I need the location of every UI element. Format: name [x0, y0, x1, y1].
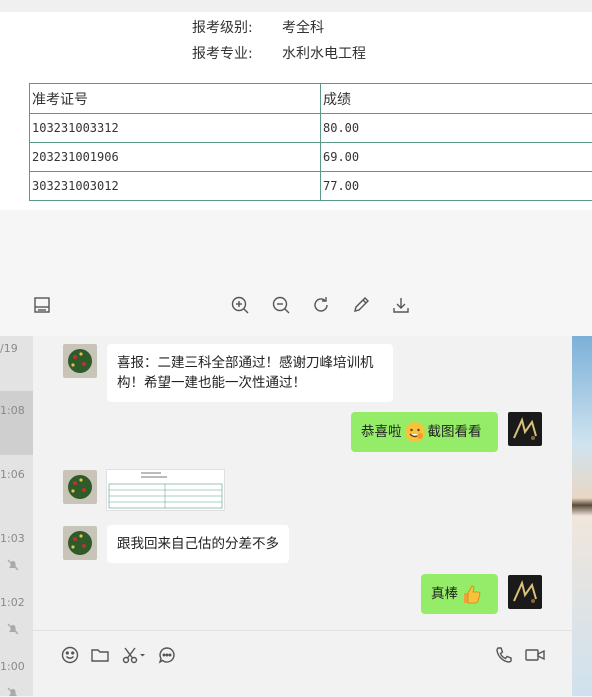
phone-icon[interactable]: [494, 645, 514, 665]
mute-icon: [6, 686, 20, 696]
message-bubble[interactable]: 恭喜啦 截图看看: [351, 412, 498, 452]
message-text-line: 喜报：二建三科全部通过！感谢刀峰培训机: [117, 355, 374, 371]
score-table: 准考证号 成绩 103231003312 80.00 203231001906 …: [29, 83, 592, 201]
contact-avatar[interactable]: [63, 344, 97, 378]
rotate-icon[interactable]: [311, 295, 331, 315]
chat-history-icon[interactable]: [157, 645, 177, 665]
message-text-line: 构！希望一建也能一次性通过！: [117, 375, 306, 391]
message-text: 截图看看: [428, 424, 482, 440]
thumbs-up-emoji-icon: [460, 583, 482, 605]
zoom-in-icon[interactable]: [230, 295, 250, 315]
self-avatar[interactable]: [508, 575, 542, 609]
message-text: 恭喜啦: [361, 424, 402, 440]
chat-time: 1:03: [0, 532, 25, 545]
zoom-out-icon[interactable]: [271, 295, 291, 315]
download-icon[interactable]: [391, 295, 411, 315]
major-label: 报考专业:: [192, 43, 282, 63]
emoji-icon[interactable]: [60, 645, 80, 665]
panel-toggle-icon[interactable]: [32, 295, 52, 315]
folder-icon[interactable]: [90, 645, 110, 665]
table-row: 103231003312 80.00: [30, 114, 592, 143]
chat-time: 1:06: [0, 468, 25, 481]
header-score: 成绩: [321, 84, 592, 114]
video-icon[interactable]: [524, 645, 546, 665]
exam-number-cell: 203231001906: [30, 143, 321, 172]
chat-time: 1:02: [0, 596, 25, 609]
score-cell: 69.00: [321, 143, 592, 172]
message-bubble[interactable]: 跟我回来自己估的分差不多: [107, 525, 289, 563]
table-header-row: 准考证号 成绩: [30, 84, 592, 114]
scissors-icon[interactable]: [121, 645, 147, 665]
level-value: 考全科: [282, 20, 324, 36]
edit-icon[interactable]: [351, 295, 371, 315]
message-text: 真棒: [431, 586, 458, 602]
mute-icon: [6, 622, 20, 636]
major-row: 报考专业:水利水电工程: [192, 43, 366, 63]
exam-number-cell: 103231003312: [30, 114, 321, 143]
self-avatar[interactable]: [508, 412, 542, 446]
level-label: 报考级别:: [192, 17, 282, 37]
background-photo-edge: [572, 336, 592, 696]
chat-messages: 喜报：二建三科全部通过！感谢刀峰培训机 构！希望一建也能一次性通过！ 恭喜啦 截图…: [33, 336, 572, 630]
score-cell: 77.00: [321, 172, 592, 201]
image-viewer: 报考级别:考全科 报考专业:水利水电工程 准考证号 成绩 10323100331…: [0, 0, 592, 336]
message-text: 跟我回来自己估的分差不多: [117, 536, 279, 552]
score-screenshot-thumbnail[interactable]: [106, 469, 225, 511]
level-row: 报考级别:考全科: [192, 17, 324, 37]
score-cell: 80.00: [321, 114, 592, 143]
chat-time: /19: [0, 342, 18, 355]
chat-time: 1:08: [0, 404, 25, 417]
contact-avatar[interactable]: [63, 470, 97, 504]
message-bubble[interactable]: 喜报：二建三科全部通过！感谢刀峰培训机 构！希望一建也能一次性通过！: [107, 344, 393, 402]
grin-emoji-icon: [404, 421, 426, 443]
header-exam-number: 准考证号: [30, 84, 321, 114]
input-toolbar: [33, 630, 572, 697]
chat-time: 1:00: [0, 660, 25, 673]
exam-number-cell: 303231003012: [30, 172, 321, 201]
mute-icon: [6, 558, 20, 572]
active-chat-highlight: [0, 391, 33, 455]
table-row: 203231001906 69.00: [30, 143, 592, 172]
message-bubble[interactable]: 真棒: [421, 574, 498, 614]
chat-list-edge: /19 1:08 1:06 1:03 1:02 1:00: [0, 336, 33, 696]
table-row: 303231003012 77.00: [30, 172, 592, 201]
contact-avatar[interactable]: [63, 526, 97, 560]
major-value: 水利水电工程: [282, 46, 366, 62]
score-document: 报考级别:考全科 报考专业:水利水电工程 准考证号 成绩 10323100331…: [0, 12, 592, 210]
viewer-top-strip: [0, 0, 592, 12]
